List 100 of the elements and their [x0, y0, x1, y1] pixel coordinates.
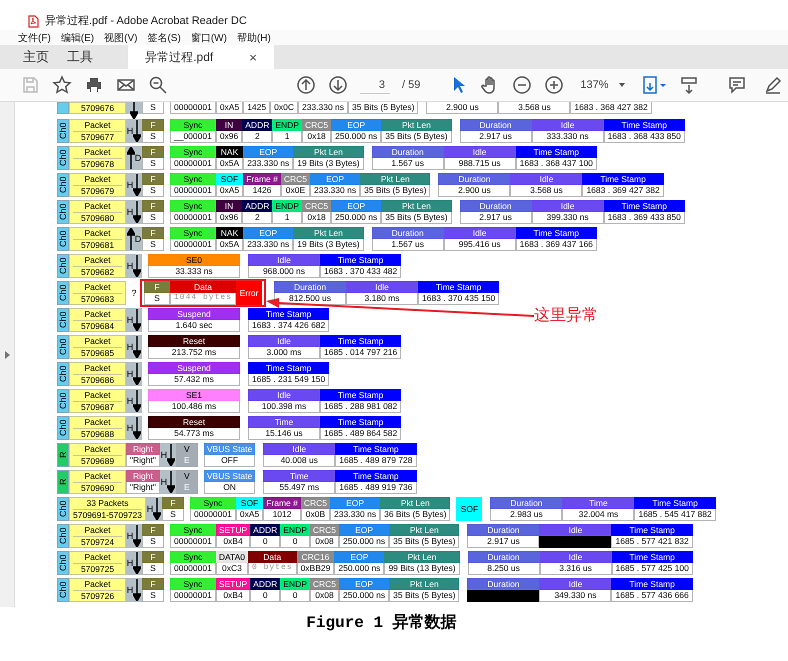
field-value: 1683 . 370 433 482: [320, 266, 402, 278]
zoom-dropdown[interactable]: 137%: [576, 79, 628, 91]
menu-item[interactable]: 视图(V): [104, 30, 138, 44]
field-value: 2.917 us: [460, 212, 532, 224]
nav-tab[interactable]: 主页: [14, 45, 58, 69]
field-header: SOF: [456, 497, 482, 521]
field-value: 00000001: [190, 508, 236, 521]
field-header: Idle: [263, 443, 336, 454]
field-value: 1012: [263, 508, 301, 521]
field-header: CRC5: [302, 200, 332, 212]
star-icon[interactable]: [52, 75, 72, 95]
down-arrow-icon: [133, 201, 142, 223]
field-value: "Right": [126, 454, 160, 467]
pen-icon[interactable]: [762, 75, 782, 95]
field-value: 1683 . 374 426 682: [248, 320, 330, 332]
field-header: Idle: [444, 227, 516, 238]
field-header: NAK: [216, 227, 244, 238]
field-value: 1425: [243, 102, 270, 114]
field-value: 1.640 sec: [148, 320, 240, 332]
packet-text: 5709684: [73, 320, 122, 331]
menu-item[interactable]: 文件(F): [18, 30, 51, 44]
field-header: EOP: [339, 524, 390, 536]
field-value: 40.008 us: [263, 454, 336, 467]
up-arrow-icon: [126, 228, 135, 250]
field-header: CRC16: [296, 551, 334, 562]
field-header: Pkt Len: [384, 551, 460, 562]
field-header: F: [142, 524, 164, 536]
field-header: Time Stamp: [248, 308, 330, 320]
field-value: 00000001: [170, 562, 216, 575]
field-value: 1685 . 288 981 082: [320, 400, 402, 413]
field-value: 54.773 ms: [148, 428, 240, 440]
field-header: CRC5: [300, 497, 330, 508]
field-header: ENDP: [272, 119, 302, 130]
channel-tag: R: [57, 470, 69, 494]
field-value: 100.486 ms: [148, 400, 240, 413]
field-value: 1426: [243, 184, 281, 197]
annotation-text: 这里异常: [534, 306, 598, 326]
field-value: 0xA5: [216, 102, 244, 114]
field-header: F: [144, 281, 170, 292]
field-header: F: [142, 173, 164, 184]
field-header: F: [162, 497, 184, 508]
field-value: 995.416 us: [444, 238, 516, 251]
up-circle-icon[interactable]: [296, 75, 316, 95]
field-header: Suspend: [148, 362, 240, 374]
field-header: Time Stamp: [611, 524, 693, 536]
field-header: Duration: [467, 578, 540, 590]
field-value: 0: [250, 590, 280, 602]
down-arrow-icon: [133, 417, 142, 439]
packet-text: 5709680: [73, 212, 122, 223]
field-value: 00000001: [170, 590, 216, 602]
field-value: S: [142, 238, 164, 251]
down-circle-icon[interactable]: [328, 75, 348, 95]
close-button[interactable]: ×: [249, 50, 257, 64]
document-tab[interactable]: 异常过程.pdf ×: [128, 45, 274, 69]
packet-text: Packet: [84, 174, 112, 184]
print-icon[interactable]: [84, 75, 104, 95]
menu-item[interactable]: 编辑(E): [60, 30, 94, 44]
field-value: 19 Bits (3 Bytes): [293, 238, 364, 251]
comment-icon[interactable]: [726, 75, 746, 95]
field-value: 1: [272, 130, 302, 143]
field-header: Time: [263, 470, 336, 482]
zoom-in-icon[interactable]: [544, 75, 564, 95]
menu-item[interactable]: 窗口(W): [190, 30, 227, 44]
field-header: Idle: [248, 389, 320, 400]
field-value: 2.900 us: [438, 184, 510, 197]
field-value: 1683 . 368 433 850: [604, 130, 685, 143]
direction-label: H: [126, 207, 134, 217]
up-arrow-icon: [126, 147, 135, 169]
channel-tag: Ch0: [57, 119, 69, 143]
field-value: 233.330 ns: [243, 238, 294, 251]
menu-item[interactable]: 帮助(H): [236, 30, 271, 44]
field-value: 233.330 ns: [310, 184, 360, 197]
direction-label: H: [126, 585, 134, 595]
tab-label[interactable]: 异常过程.pdf: [145, 48, 214, 66]
field-value: 8.250 us: [468, 562, 540, 575]
field-value: S: [142, 212, 164, 224]
field-header: Right: [126, 443, 160, 454]
field-value: 35 Bits (5 Bytes): [381, 130, 452, 143]
direction-label: H: [126, 531, 134, 541]
zoom-out-icon[interactable]: [512, 75, 532, 95]
field-header: ADDR: [242, 119, 272, 130]
fit-page-icon[interactable]: [640, 75, 666, 95]
direction-label: H: [126, 423, 134, 433]
packet-text: Packet: [84, 255, 112, 266]
field-header: Sync: [170, 173, 216, 184]
field-value: S: [142, 102, 164, 114]
field-value: 968.000 ns: [248, 266, 320, 278]
field-header: Error: [236, 281, 262, 305]
scroll-mode-icon[interactable]: [678, 75, 698, 95]
down-arrow-icon: [133, 309, 142, 331]
field-header: Duration: [460, 119, 532, 130]
field-value: S: [144, 292, 170, 305]
channel-tag: Ch0: [57, 146, 69, 170]
page-field[interactable]: 3: [360, 76, 390, 94]
expand-icon[interactable]: [4, 350, 10, 358]
down-arrow-icon: [133, 552, 142, 574]
nav-tab[interactable]: 工具: [58, 45, 102, 69]
menu-item[interactable]: 签名(S): [147, 30, 181, 44]
field-value: S: [142, 130, 164, 143]
search-icon[interactable]: [148, 75, 168, 95]
